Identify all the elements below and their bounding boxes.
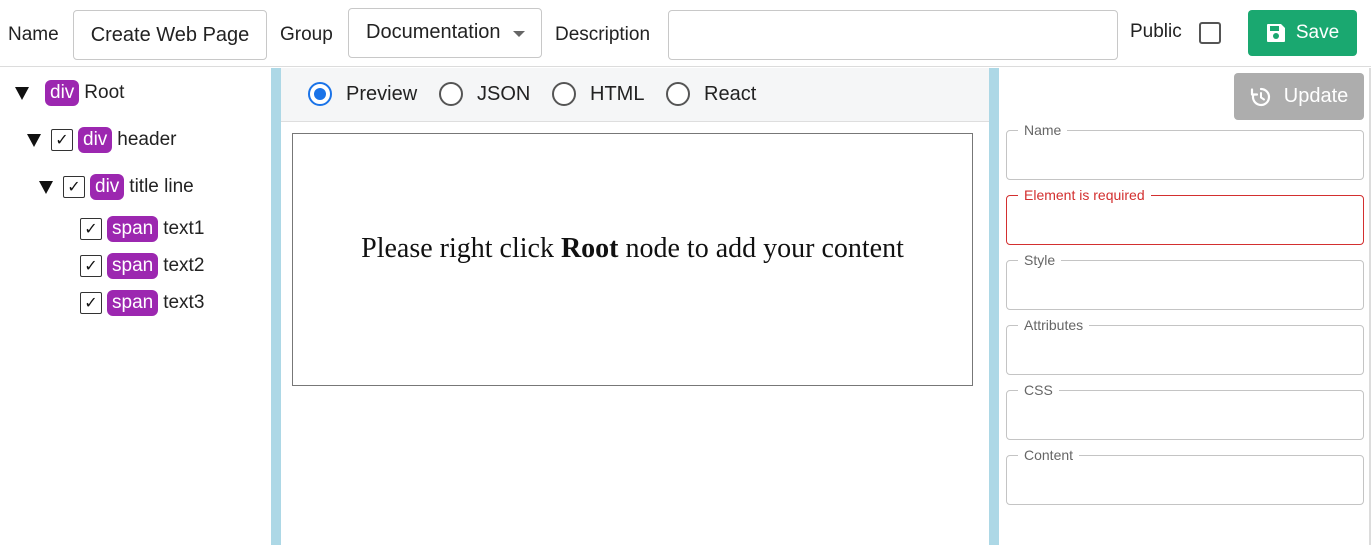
element-field[interactable]: Element is required [1006, 187, 1364, 245]
node-label: Root [84, 82, 125, 103]
preview-text-after: node to add your content [618, 232, 904, 264]
expand-triangle-icon[interactable] [15, 86, 29, 100]
public-checkbox[interactable] [1199, 22, 1221, 44]
page-name-input[interactable]: Create Web Page [73, 10, 267, 60]
refresh-icon [1250, 87, 1270, 106]
group-select-value: Documentation [366, 21, 501, 43]
node-checkbox[interactable]: ✓ [51, 129, 73, 151]
left-splitter[interactable] [271, 68, 281, 545]
radio-label: Preview [346, 82, 418, 105]
tag-badge: span [107, 216, 159, 242]
field-label: Element is required [1018, 187, 1151, 203]
update-button-label: Update [1283, 85, 1349, 107]
public-label: Public [1130, 21, 1182, 42]
expand-triangle-icon[interactable] [27, 133, 41, 147]
radio-label: JSON [477, 82, 531, 105]
node-checkbox[interactable]: ✓ [80, 292, 102, 314]
preview-text-before: Please right click [361, 232, 561, 264]
radio-icon[interactable] [439, 82, 463, 106]
floppy-disk-icon [1266, 24, 1285, 42]
field-label: Attributes [1018, 317, 1090, 333]
tree-node-text2[interactable]: ✓ span text2 [80, 251, 204, 281]
field-label: Name [1018, 122, 1068, 138]
radio-icon[interactable] [552, 82, 576, 106]
checkmark-icon: ✓ [84, 221, 98, 238]
save-button-label: Save [1295, 22, 1340, 43]
checkmark-icon: ✓ [84, 258, 98, 275]
preview-canvas[interactable]: Please right click Root node to add your… [292, 133, 973, 386]
preview-placeholder-text: Please right click Root node to add your… [361, 233, 904, 265]
tag-badge: span [107, 253, 159, 279]
field-label: Style [1018, 252, 1062, 268]
node-label: text3 [163, 292, 205, 313]
node-label: text1 [163, 218, 205, 239]
radio-html[interactable]: HTML [552, 81, 644, 107]
preview-text-bold: Root [560, 232, 619, 264]
tree-node-text3[interactable]: ✓ span text3 [80, 288, 204, 318]
node-label: header [117, 129, 177, 150]
name-field[interactable]: Name [1006, 122, 1364, 180]
radio-react[interactable]: React [666, 81, 756, 107]
center-panel: Preview JSON HTML React Please right cli… [281, 68, 989, 545]
properties-panel: Update Name Element is required Style At… [999, 68, 1371, 545]
field-label: Content [1018, 447, 1080, 463]
node-label: title line [129, 176, 194, 197]
style-field[interactable]: Style [1006, 252, 1364, 310]
chevron-down-icon [513, 31, 525, 37]
group-label: Group [280, 24, 333, 45]
name-label: Name [8, 24, 59, 45]
tag-badge: div [45, 80, 80, 106]
node-checkbox[interactable]: ✓ [63, 176, 85, 198]
radio-json[interactable]: JSON [439, 81, 530, 107]
css-field[interactable]: CSS [1006, 382, 1364, 440]
tree-node-header[interactable]: ✓ div header [27, 125, 176, 155]
view-mode-bar: Preview JSON HTML React [281, 68, 989, 122]
node-checkbox[interactable]: ✓ [80, 255, 102, 277]
right-splitter[interactable] [989, 68, 999, 545]
node-label: text2 [163, 255, 205, 276]
group-select[interactable]: Documentation [348, 8, 542, 58]
tag-badge: div [90, 174, 125, 200]
node-checkbox[interactable]: ✓ [80, 218, 102, 240]
description-input[interactable] [668, 10, 1118, 60]
expand-triangle-icon[interactable] [39, 180, 53, 194]
tree-node-text1[interactable]: ✓ span text1 [80, 214, 204, 244]
radio-selected-icon[interactable] [308, 82, 332, 106]
tag-badge: span [107, 290, 159, 316]
checkmark-icon: ✓ [67, 179, 81, 196]
radio-preview[interactable]: Preview [308, 81, 417, 107]
checkmark-icon: ✓ [84, 295, 98, 312]
field-label: CSS [1018, 382, 1059, 398]
tag-badge: div [78, 127, 113, 153]
content-field[interactable]: Content [1006, 447, 1364, 505]
save-button[interactable]: Save [1248, 10, 1357, 56]
radio-icon[interactable] [666, 82, 690, 106]
radio-label: HTML [590, 82, 645, 105]
checkmark-icon: ✓ [55, 132, 69, 149]
update-button[interactable]: Update [1234, 73, 1364, 120]
tree-node-title-line[interactable]: ✓ div title line [39, 172, 194, 202]
attributes-field[interactable]: Attributes [1006, 317, 1364, 375]
radio-label: React [704, 82, 757, 105]
top-toolbar: Name Create Web Page Group Documentation… [0, 0, 1371, 67]
element-tree: div Root ✓ div header ✓ div title line ✓… [0, 68, 271, 545]
description-label: Description [555, 24, 651, 45]
tree-node-root[interactable]: div Root [15, 78, 124, 108]
